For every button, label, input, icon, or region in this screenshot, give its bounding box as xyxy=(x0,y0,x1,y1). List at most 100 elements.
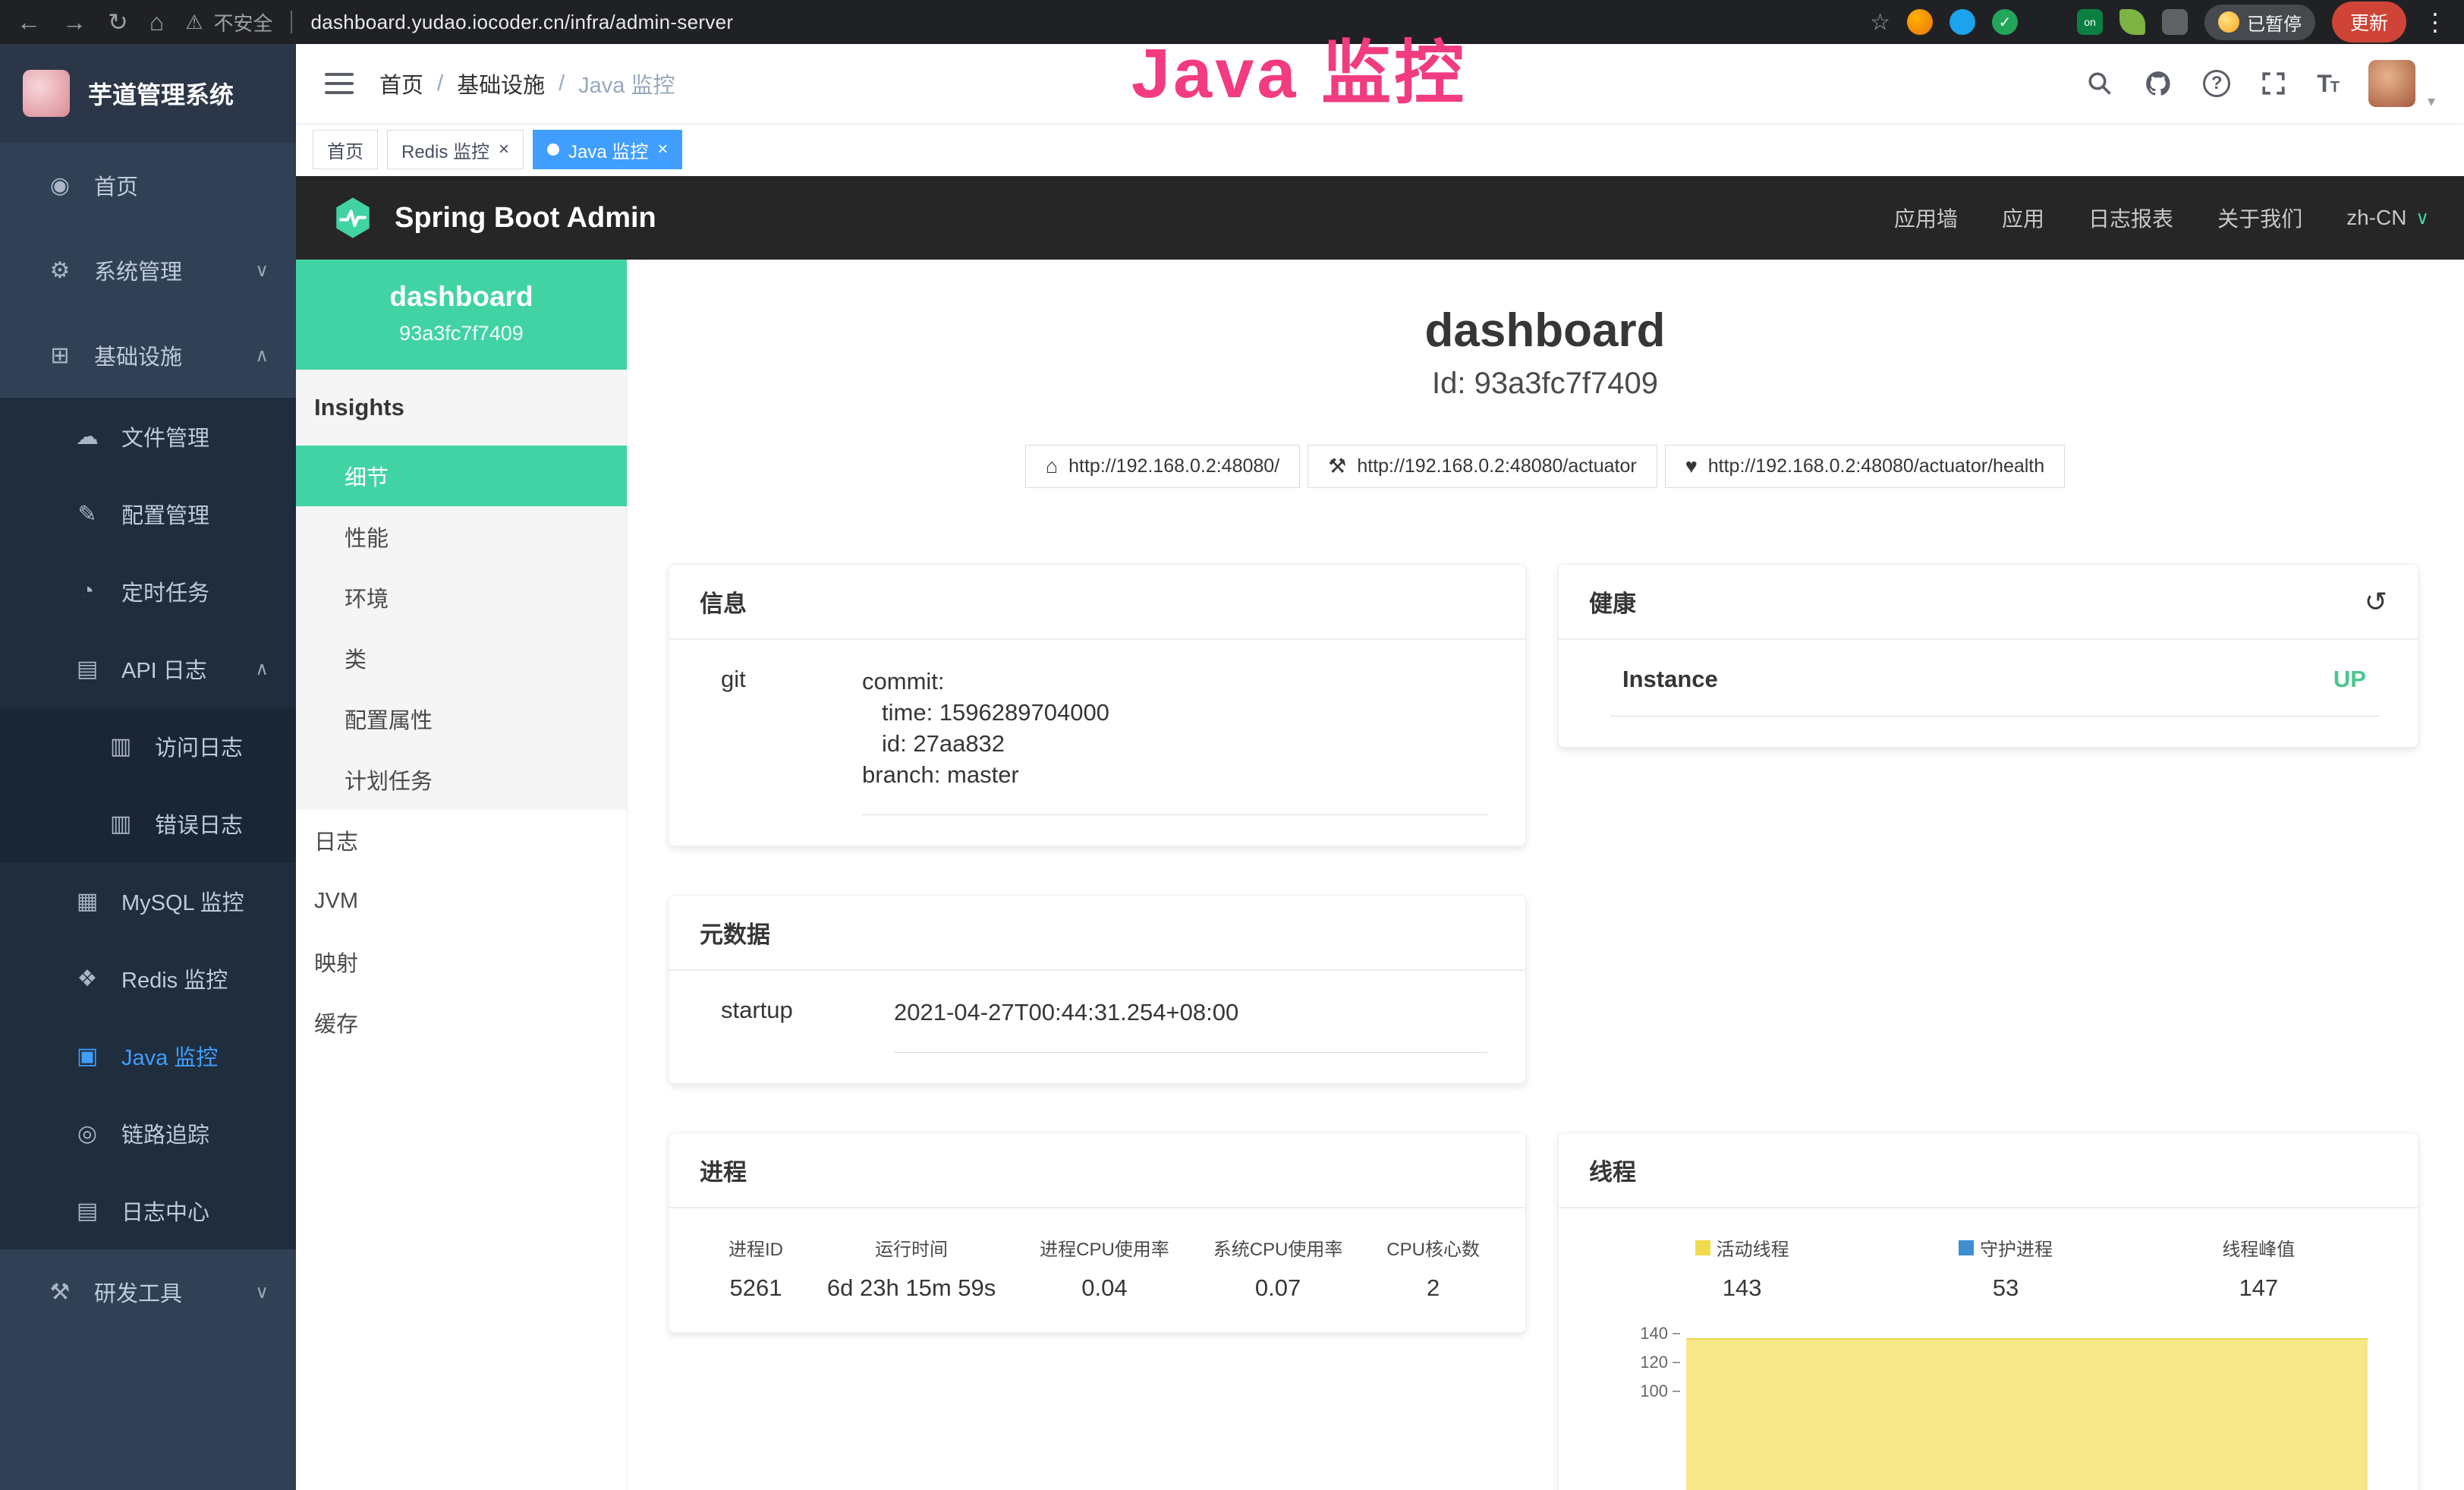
menu-item-mappings[interactable]: 映射 xyxy=(296,931,627,992)
locale-select[interactable]: zh-CN ∨ xyxy=(2346,206,2429,230)
extension-icon[interactable] xyxy=(2119,9,2145,35)
avatar-caret-icon[interactable]: ▾ xyxy=(2428,92,2435,111)
reload-icon[interactable]: ↻ xyxy=(108,10,128,34)
sidebar-item-trace[interactable]: ◎ 链路追踪 xyxy=(0,1095,296,1172)
url-text: dashboard.yudao.iocoder.cn/infra/admin-s… xyxy=(310,11,733,34)
extension-icon[interactable]: on xyxy=(2077,9,2103,35)
card-title: 信息 xyxy=(669,565,1525,640)
sidebar-item-home[interactable]: ◉ 首页 xyxy=(0,143,296,228)
paused-label: 已暂停 xyxy=(2247,9,2302,36)
header-actions: ? TT ▾ xyxy=(2086,57,2435,111)
sba-nav: 应用墙 应用 日志报表 关于我们 zh-CN ∨ xyxy=(1894,203,2429,233)
legend-peak-threads: 线程峰值 147 xyxy=(2222,1234,2295,1302)
menu-item-config-props[interactable]: 配置属性 xyxy=(296,688,627,749)
sidebar-item-label: 文件管理 xyxy=(121,421,209,452)
back-icon[interactable]: ← xyxy=(17,10,41,34)
sidebar-item-config-management[interactable]: ✎ 配置管理 xyxy=(0,475,296,553)
y-tick: 140 xyxy=(1610,1324,1680,1344)
process-card: 进程 进程ID 5261 运行时间 xyxy=(669,1132,1526,1333)
help-icon[interactable]: ? xyxy=(2203,70,2230,97)
instance-header[interactable]: dashboard 93a3fc7f7409 xyxy=(296,260,627,370)
tab-label: Redis 监控 xyxy=(401,137,489,163)
process-stat: 进程ID 5261 xyxy=(729,1234,783,1302)
sidebar-item-log-center[interactable]: ▤ 日志中心 xyxy=(0,1172,296,1249)
toolbox-icon: ⚒ xyxy=(46,1279,74,1306)
monitor-icon: ▣ xyxy=(73,1043,102,1069)
log-center-icon: ▤ xyxy=(73,1198,102,1224)
gear-icon: ⚙ xyxy=(46,257,74,284)
search-icon[interactable] xyxy=(2086,70,2113,97)
sidebar-item-mysql-monitor[interactable]: ▦ MySQL 监控 xyxy=(0,862,296,940)
breadcrumb-home[interactable]: 首页 xyxy=(379,68,423,99)
github-icon[interactable] xyxy=(2144,69,2173,98)
sidebar-item-java-monitor[interactable]: ▣ Java 监控 xyxy=(0,1017,296,1095)
menu-item-details[interactable]: 细节 xyxy=(296,446,627,506)
metadata-card: 元数据 startup 2021-04-27T00:44:31.254+08:0… xyxy=(669,895,1526,1084)
edit-icon: ✎ xyxy=(73,501,102,528)
app-logo-row[interactable]: 芋道管理系统 xyxy=(0,44,296,143)
nav-applications[interactable]: 应用 xyxy=(2002,203,2044,233)
chevron-up-icon: ∧ xyxy=(255,658,269,680)
nav-about[interactable]: 关于我们 xyxy=(2217,203,2302,233)
omnibox-divider xyxy=(291,11,292,33)
extension-icon[interactable] xyxy=(2034,9,2060,35)
sidebar-item-file-management[interactable]: ☁ 文件管理 xyxy=(0,398,296,475)
tags-view: 首页 Redis 监控 × Java 监控 × xyxy=(296,123,2464,176)
history-icon[interactable]: ↺ xyxy=(2365,586,2387,618)
menu-item-jvm[interactable]: JVM xyxy=(296,871,627,931)
menu-item-beans[interactable]: 类 xyxy=(296,628,627,688)
close-tab-icon[interactable]: × xyxy=(499,139,509,160)
extension-icon[interactable]: ✓ xyxy=(1992,9,2018,35)
bookmark-star-icon[interactable]: ☆ xyxy=(1870,9,1890,36)
forward-icon[interactable]: → xyxy=(62,10,87,34)
sidebar-item-system-management[interactable]: ⚙ 系统管理 ∨ xyxy=(0,228,296,313)
chevron-down-icon: ∨ xyxy=(255,260,269,282)
breadcrumb: 首页 / 基础设施 / Java 监控 xyxy=(379,68,675,99)
fullscreen-icon[interactable] xyxy=(2261,71,2286,96)
hamburger-icon[interactable] xyxy=(325,73,354,94)
sidebar-item-scheduled-tasks[interactable]: ◔ 定时任务 xyxy=(0,553,296,630)
browser-home-icon[interactable]: ⌂ xyxy=(149,10,164,34)
browser-menu-icon[interactable]: ⋮ xyxy=(2423,8,2447,36)
screen: ← → ↻ ⌂ ⚠ 不安全 dashboard.yudao.iocoder.cn… xyxy=(0,0,2464,1490)
actuator-url-link[interactable]: ⚒ http://192.168.0.2:48080/actuator xyxy=(1308,445,1657,488)
sidebar-item-infrastructure[interactable]: ⊞ 基础设施 ∧ xyxy=(0,313,296,398)
menu-item-loggers[interactable]: 日志 xyxy=(296,810,627,871)
sidebar-item-label: 日志中心 xyxy=(121,1195,209,1227)
database-icon: ▦ xyxy=(73,888,102,915)
menu-item-scheduled-tasks[interactable]: 计划任务 xyxy=(296,749,627,810)
breadcrumb-infrastructure[interactable]: 基础设施 xyxy=(457,68,545,99)
menu-item-caches[interactable]: 缓存 xyxy=(296,992,627,1053)
sidebar-item-api-logs[interactable]: ▤ API 日志 ∧ xyxy=(0,630,296,707)
nav-wallboard[interactable]: 应用墙 xyxy=(1894,203,1958,233)
nav-journal[interactable]: 日志报表 xyxy=(2088,203,2173,233)
font-size-icon[interactable]: TT xyxy=(2317,70,2338,98)
paused-badge[interactable]: 已暂停 xyxy=(2204,5,2315,40)
sidebar-item-dev-tools[interactable]: ⚒ 研发工具 ∨ xyxy=(0,1249,296,1334)
process-stat: CPU核心数 2 xyxy=(1386,1234,1480,1302)
close-tab-icon[interactable]: × xyxy=(657,139,668,160)
app-logo xyxy=(23,70,70,117)
avatar[interactable] xyxy=(2368,60,2415,107)
legend-swatch-blue xyxy=(1959,1240,1974,1255)
extension-icon[interactable] xyxy=(1949,9,1975,35)
health-url-link[interactable]: ♥ http://192.168.0.2:48080/actuator/heal… xyxy=(1665,445,2065,488)
chevron-down-icon: ∨ xyxy=(255,1281,269,1303)
link-text: http://192.168.0.2:48080/ xyxy=(1068,455,1279,477)
address-bar[interactable]: ⚠ 不安全 dashboard.yudao.iocoder.cn/infra/a… xyxy=(185,8,733,36)
tab-java-monitor[interactable]: Java 监控 × xyxy=(533,130,682,169)
extension-icon[interactable] xyxy=(1907,9,1933,35)
tab-home[interactable]: 首页 xyxy=(313,130,378,169)
sidebar-item-label: API 日志 xyxy=(121,653,207,685)
sidebar-item-redis-monitor[interactable]: ❖ Redis 监控 xyxy=(0,940,296,1017)
tab-redis-monitor[interactable]: Redis 监控 × xyxy=(387,130,524,169)
cloud-icon: ☁ xyxy=(73,424,102,450)
service-url-link[interactable]: ⌂ http://192.168.0.2:48080/ xyxy=(1025,445,1300,488)
extension-icon[interactable] xyxy=(2162,9,2188,35)
menu-item-metrics[interactable]: 性能 xyxy=(296,506,627,567)
sidebar-item-access-logs[interactable]: ▥ 访问日志 xyxy=(0,707,296,785)
chrome-update-button[interactable]: 更新 xyxy=(2332,2,2406,43)
menu-item-environment[interactable]: 环境 xyxy=(296,567,627,628)
sidebar-item-error-logs[interactable]: ▥ 错误日志 xyxy=(0,785,296,862)
threads-legend: 活动线程 143 守护进程 xyxy=(1610,1234,2380,1302)
